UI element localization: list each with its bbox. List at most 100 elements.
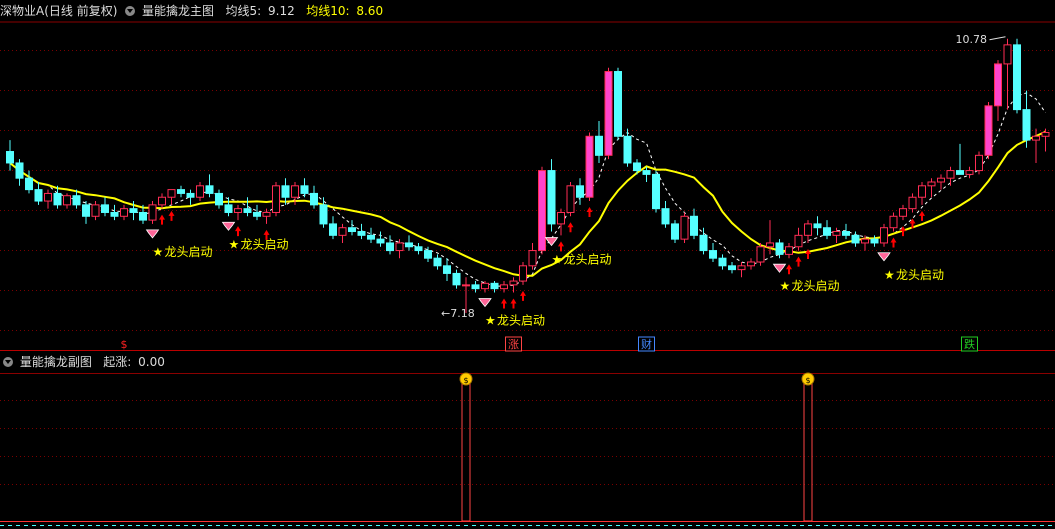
candle	[538, 166, 546, 255]
up-arrow-icon	[235, 226, 241, 237]
signal-marker: ★ 龙头启动	[145, 229, 213, 259]
ma5-value: 9.12	[268, 4, 295, 18]
signal-marker: ★ 龙头启动	[877, 252, 944, 282]
up-arrow-icon	[159, 214, 165, 225]
diamond-icon	[145, 229, 160, 239]
candle	[842, 223, 850, 240]
ma10-value: 8.60	[356, 4, 384, 18]
candle	[956, 143, 964, 175]
candle	[367, 227, 375, 243]
candle-body	[319, 204, 328, 225]
candle	[604, 67, 613, 160]
candle	[443, 258, 451, 282]
candle	[1013, 38, 1021, 114]
candle-body	[272, 185, 280, 213]
signal-label: 龙头启动	[241, 237, 289, 251]
candle-body	[737, 265, 746, 271]
candle-body	[357, 231, 366, 236]
candle-body	[937, 177, 945, 183]
candle	[927, 178, 936, 198]
candle	[680, 212, 689, 243]
candle-body	[576, 185, 584, 198]
event-marker: $	[121, 338, 128, 351]
candle-body	[794, 234, 803, 248]
candle	[937, 174, 945, 190]
candle-body	[253, 211, 261, 217]
candle	[975, 151, 983, 175]
up-arrow-icon	[520, 290, 526, 301]
event-label: 涨	[508, 338, 519, 351]
star-icon: ★	[884, 268, 895, 282]
candle	[63, 193, 71, 209]
candle-body	[633, 162, 641, 172]
candle	[338, 223, 347, 243]
candle-body	[433, 257, 442, 267]
candle	[566, 182, 575, 217]
up-arrow-icon	[900, 226, 906, 237]
star-icon: ★	[153, 245, 164, 259]
event-markers: $ 涨 财 跌	[121, 336, 978, 352]
candle-body	[1041, 131, 1050, 137]
stock-label[interactable]: 深物业A(日线 前复权)	[0, 0, 117, 22]
candle-body	[205, 185, 214, 194]
candle-body	[281, 185, 290, 198]
candle-body	[291, 185, 299, 198]
up-arrow-icon	[919, 210, 925, 221]
candle-body	[823, 227, 831, 236]
candle	[348, 220, 356, 236]
candle-body	[15, 162, 24, 179]
candle-body	[965, 170, 974, 175]
candle	[471, 281, 480, 293]
sub-chart: $ $	[0, 372, 1055, 526]
candle	[718, 254, 727, 270]
candle-body	[851, 234, 860, 244]
candle-body	[490, 282, 499, 290]
candle-body	[623, 135, 632, 164]
candle-body	[1022, 109, 1031, 141]
candle-body	[243, 208, 252, 213]
candle	[500, 281, 508, 293]
candle-body	[63, 195, 71, 206]
candle	[481, 281, 489, 293]
sub-indicator-name[interactable]: 量能擒龙副图	[20, 351, 92, 373]
candle-body	[718, 257, 727, 267]
main-chart-header: 深物业A(日线 前复权) 量能擒龙主图 均线5: 9.12 均线10: 8.60	[0, 0, 1055, 22]
candle-body	[148, 204, 157, 221]
candle	[1041, 128, 1050, 152]
signal-marker: ★ 龙头启动	[772, 263, 840, 293]
event-label: $	[121, 338, 128, 351]
candle-body	[376, 238, 385, 244]
sub-bar: $	[459, 372, 473, 522]
ma5-label: 均线5:	[225, 4, 262, 18]
candle-body	[500, 284, 508, 290]
sub-bar-rect	[803, 381, 813, 522]
main-indicator-name[interactable]: 量能擒龙主图	[142, 0, 214, 22]
money-bag-glyph: $	[463, 376, 468, 385]
candle-body	[595, 135, 603, 156]
candle	[1003, 38, 1012, 110]
candle	[709, 242, 717, 262]
candle-body	[120, 208, 128, 217]
candle-body	[44, 192, 52, 202]
signal-label: 龙头启动	[792, 279, 840, 293]
candle	[319, 197, 328, 228]
candle	[823, 220, 831, 240]
star-icon: ★	[485, 313, 496, 327]
candle-body	[889, 215, 898, 229]
diamond-icon	[772, 263, 787, 273]
candle	[196, 182, 204, 202]
indicator-menu-icon[interactable]	[125, 6, 136, 16]
candle-body	[899, 208, 907, 217]
candle	[120, 204, 128, 221]
candle-body	[139, 211, 147, 221]
candle-body	[927, 181, 936, 187]
candle-body	[557, 211, 565, 225]
candle	[433, 254, 442, 270]
ma10-label: 均线10:	[306, 4, 350, 18]
candle	[357, 223, 366, 240]
sub-indicator-menu-icon[interactable]	[3, 357, 13, 367]
candle-body	[994, 63, 1002, 107]
candle-body	[405, 242, 413, 248]
candle-body	[671, 223, 679, 240]
candle	[243, 197, 252, 217]
